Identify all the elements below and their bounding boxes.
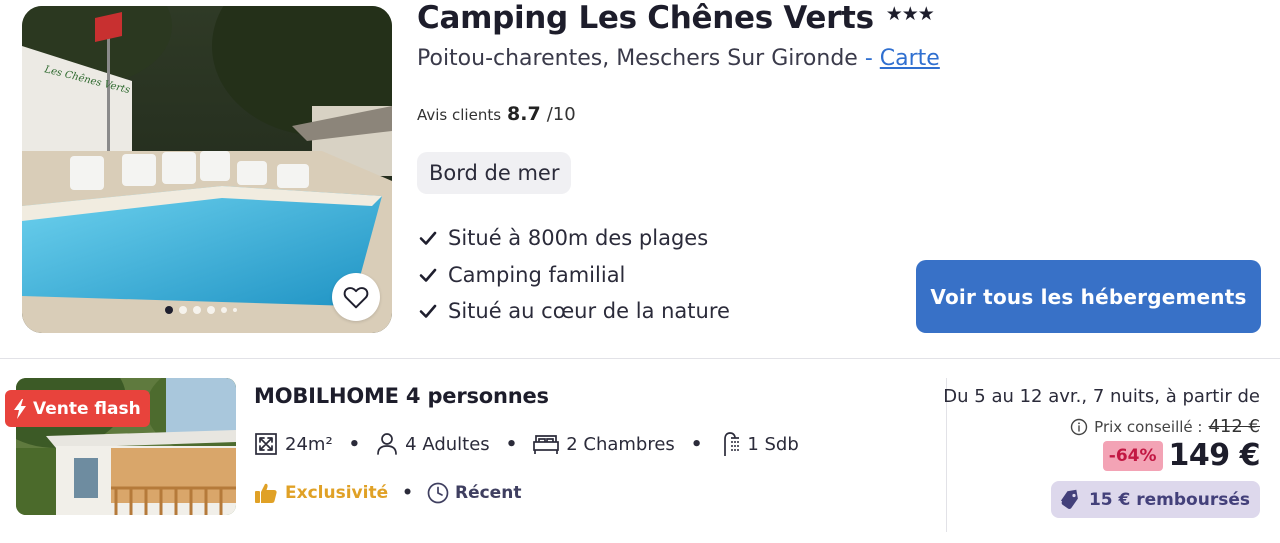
see-all-accommodations-button[interactable]: Voir tous les hébergements — [916, 260, 1261, 333]
shower-icon — [724, 432, 740, 456]
feature-list: Situé à 800m des plages Camping familial… — [417, 220, 730, 330]
feature-label: Situé à 800m des plages — [448, 226, 709, 251]
spec-guests: 4 Adultes — [376, 432, 490, 456]
expand-icon — [255, 433, 277, 455]
check-icon — [419, 231, 437, 246]
rating-score: 8.7 — [507, 103, 541, 125]
carousel-dot[interactable] — [221, 307, 227, 313]
spec-area-value: 24m² — [285, 433, 333, 455]
feature-item: Situé à 800m des plages — [417, 220, 730, 257]
location-tag: Bord de mer — [417, 152, 572, 194]
recent-label: Récent — [454, 483, 522, 503]
star-rating: ★★★ — [885, 3, 935, 25]
refund-label: 15 € remboursés — [1088, 489, 1250, 510]
check-icon — [419, 304, 437, 319]
feature-item: Situé au cœur de la nature — [417, 293, 730, 330]
spec-guests-value: 4 Adultes — [405, 433, 490, 455]
recent-badge: Récent — [427, 482, 521, 504]
rating-label: Avis clients — [417, 106, 502, 124]
location-separator: - — [864, 46, 873, 71]
carousel-dot[interactable] — [179, 306, 187, 314]
favorite-button[interactable] — [332, 273, 380, 321]
exclusive-label: Exclusivité — [285, 483, 389, 503]
current-price: 149 € — [1168, 438, 1261, 473]
spec-separator: • — [348, 433, 361, 455]
flash-sale-label: Vente flash — [33, 398, 141, 419]
stay-dates: Du 5 au 12 avr., 7 nuits, à partir de — [943, 386, 1260, 407]
carousel-dot[interactable] — [233, 308, 237, 312]
carousel-dot[interactable] — [165, 306, 173, 314]
camping-title[interactable]: Camping Les Chênes Verts — [417, 0, 874, 36]
person-icon — [377, 433, 398, 455]
discount-badge: -64% — [1102, 440, 1163, 471]
spec-area: 24m² — [254, 432, 333, 456]
spec-bathrooms: 1 Sdb — [718, 431, 799, 457]
section-divider — [0, 358, 1280, 359]
spec-bathrooms-value: 1 Sdb — [747, 433, 799, 455]
badge-separator: • — [402, 483, 413, 503]
unit-specs: 24m² • 4 Adultes • 2 Chambres • 1 Sdb — [254, 431, 799, 457]
customer-rating: Avis clients 8.7/10 — [417, 103, 576, 125]
map-link[interactable]: Carte — [880, 46, 940, 71]
thumbs-up-icon — [255, 483, 277, 503]
refund-badge: 15 € remboursés — [1050, 481, 1260, 518]
advised-price-value: 412 € — [1208, 416, 1260, 437]
spec-separator: • — [690, 433, 703, 455]
spec-separator: • — [505, 433, 518, 455]
unit-badges: Exclusivité • Récent — [254, 482, 521, 504]
price-row: -64% 149 € — [1102, 438, 1261, 473]
carousel-dot[interactable] — [207, 306, 215, 314]
check-icon — [419, 268, 437, 282]
feature-label: Camping familial — [448, 262, 626, 287]
feature-item: Camping familial — [417, 257, 730, 294]
advised-price: Prix conseillé : 412 € — [1070, 416, 1260, 437]
bed-icon — [533, 435, 560, 454]
tag-icon — [1060, 489, 1078, 509]
carousel-dot[interactable] — [193, 306, 201, 314]
unit-title[interactable]: MOBILHOME 4 personnes — [254, 384, 549, 408]
spec-bedrooms: 2 Chambres — [533, 433, 675, 455]
advised-price-label: Prix conseillé : — [1094, 417, 1203, 436]
info-icon[interactable] — [1070, 418, 1088, 436]
exclusive-badge: Exclusivité — [254, 482, 388, 504]
lightning-icon — [14, 398, 26, 419]
heart-icon — [343, 287, 369, 309]
location-text: Poitou-charentes, Meschers Sur Gironde — [417, 46, 858, 71]
camping-location: Poitou-charentes, Meschers Sur Gironde -… — [417, 46, 940, 71]
camping-header: Camping Les Chênes Verts ★★★ — [417, 0, 935, 36]
camping-photo-carousel[interactable]: Les Chênes Verts — [22, 6, 392, 333]
carousel-dots[interactable] — [165, 306, 237, 314]
rating-scale: /10 — [546, 104, 576, 125]
spec-bedrooms-value: 2 Chambres — [566, 433, 675, 455]
flash-sale-badge: Vente flash — [5, 390, 150, 427]
feature-label: Situé au cœur de la nature — [448, 299, 730, 324]
clock-icon — [427, 482, 449, 504]
